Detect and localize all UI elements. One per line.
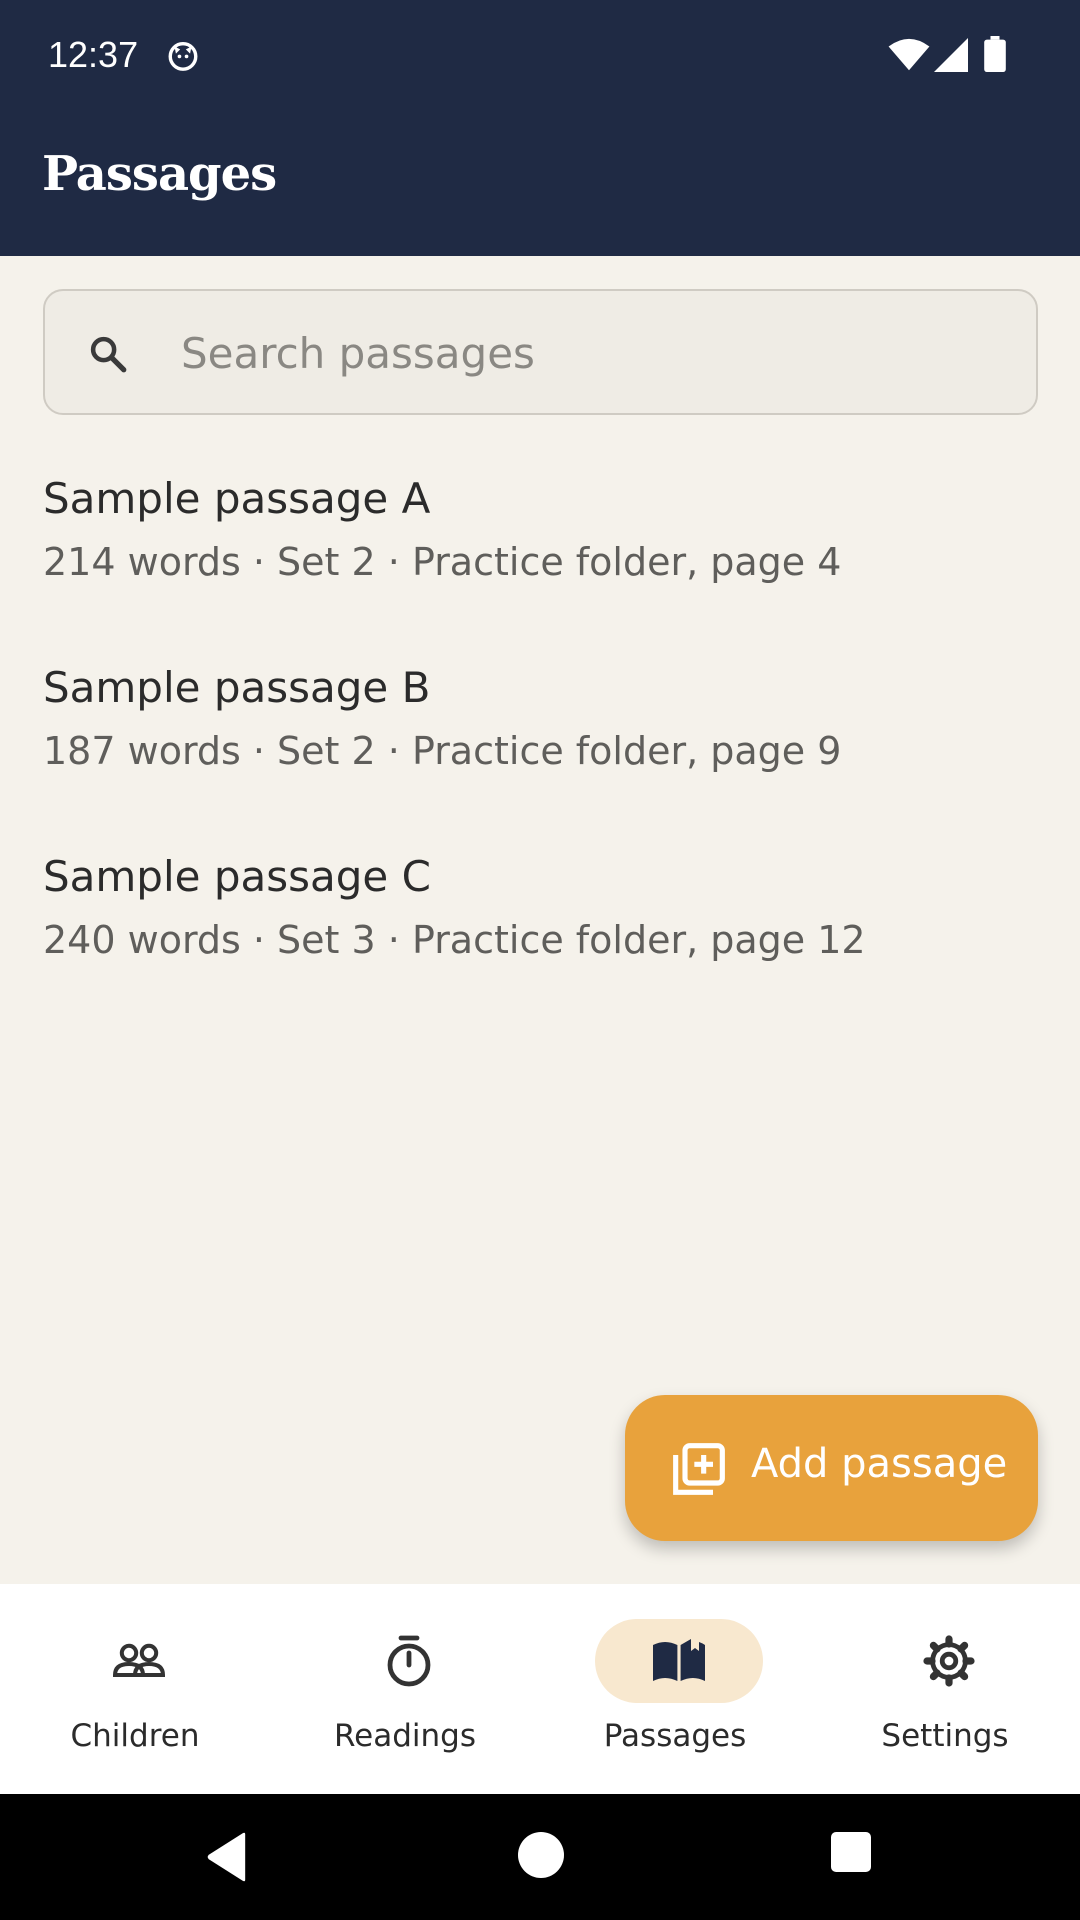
search-icon [90, 336, 127, 373]
nav-label: Readings [334, 1718, 476, 1754]
page-title: Passages [42, 146, 277, 202]
search-input[interactable] [181, 321, 1001, 385]
passage-meta: 214 words · Set 2 · Practice folder, pag… [43, 540, 842, 584]
recents-icon[interactable] [831, 1832, 871, 1872]
gear-icon [923, 1635, 975, 1687]
system-navigation-bar [0, 1794, 1080, 1920]
nav-item-children[interactable]: Children [0, 1584, 270, 1794]
add-library-icon [673, 1443, 725, 1495]
search-bar[interactable] [43, 289, 1038, 415]
cat-notification-icon [168, 41, 198, 71]
people-icon [112, 1643, 166, 1677]
add-passage-label: Add passage [751, 1441, 1008, 1487]
nav-item-readings[interactable]: Readings [270, 1584, 540, 1794]
passage-name: Sample passage B [43, 663, 431, 712]
list-item[interactable]: Sample passage A 214 words · Set 2 · Pra… [0, 452, 1080, 641]
nav-label: Children [70, 1718, 200, 1754]
nav-item-settings[interactable]: Settings [810, 1584, 1080, 1794]
status-time: 12:37 [48, 34, 139, 75]
add-passage-button[interactable]: Add passage [625, 1395, 1038, 1541]
back-icon[interactable] [204, 1832, 250, 1882]
list-item[interactable]: Sample passage B 187 words · Set 2 · Pra… [0, 641, 1080, 830]
passage-name: Sample passage A [43, 474, 431, 523]
battery-icon [984, 36, 1006, 72]
passage-list: Sample passage A 214 words · Set 2 · Pra… [0, 452, 1080, 1019]
passage-meta: 240 words · Set 3 · Practice folder, pag… [43, 918, 866, 962]
book-icon [653, 1639, 705, 1681]
nav-label: Settings [881, 1718, 1009, 1754]
signal-icon [934, 38, 968, 72]
app-header: 12:37 Passages [0, 0, 1080, 256]
list-item[interactable]: Sample passage C 240 words · Set 3 · Pra… [0, 830, 1080, 1019]
status-bar: 12:37 [0, 0, 1080, 110]
nav-item-passages[interactable]: Passages [540, 1584, 810, 1794]
nav-label: Passages [603, 1718, 747, 1754]
stopwatch-icon [387, 1635, 431, 1687]
passage-name: Sample passage C [43, 852, 431, 901]
wifi-icon [888, 38, 930, 71]
bottom-navigation: Children Readings Passages Settings [0, 1584, 1080, 1794]
passage-meta: 187 words · Set 2 · Practice folder, pag… [43, 729, 842, 773]
home-icon[interactable] [518, 1832, 564, 1878]
